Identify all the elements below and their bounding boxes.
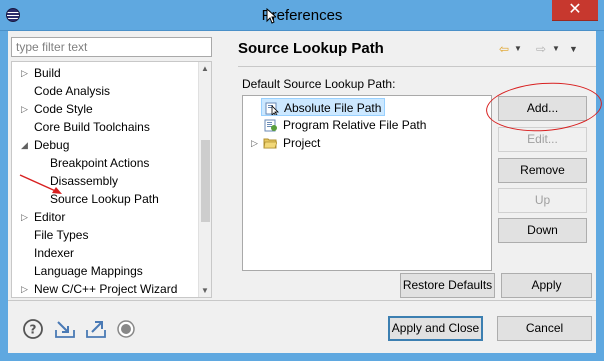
page-navigation: ⇦ ▼ ⇨ ▼ ▼ [499,41,589,57]
source-item-absolute-file-path[interactable]: Absolute File Path [261,98,385,116]
scroll-up-icon[interactable]: ▲ [201,64,209,73]
tree-item-code-style[interactable]: ▷ Code Style [21,100,93,118]
forward-menu-chevron-icon[interactable]: ▼ [552,41,560,57]
title-divider [238,66,596,67]
preferences-window: ▷ Build Code Analysis ▷ Code Style Core … [0,31,604,361]
cancel-button[interactable]: Cancel [497,316,592,341]
expand-arrow-icon[interactable]: ▷ [251,134,258,152]
window-title: Preferences [261,7,343,24]
source-item-label: Project [283,136,321,150]
export-icon[interactable] [85,318,107,340]
collapse-arrow-icon[interactable]: ◢ [21,136,29,154]
help-icon[interactable]: ? [22,318,44,340]
tree-item-label: Indexer [34,246,75,260]
expand-arrow-icon[interactable]: ▷ [21,280,29,297]
back-menu-chevron-icon[interactable]: ▼ [514,41,522,57]
apply-and-close-button[interactable]: Apply and Close [388,316,483,341]
tree-item-debug[interactable]: ◢ Debug [21,136,70,154]
close-window-button[interactable]: ✕ [552,0,598,21]
tree-item-label: Breakpoint Actions [50,156,150,170]
tree-item-language-mappings[interactable]: Language Mappings [34,262,143,280]
title-bar: Preferences ✕ [0,0,604,31]
footer-divider [8,300,596,301]
tree-item-label: Code Style [34,102,93,116]
tree-item-label: New C/C++ Project Wizard [34,282,178,296]
import-icon[interactable] [54,318,76,340]
source-lookup-group-label: Default Source Lookup Path: [242,77,396,91]
tree-item-build[interactable]: ▷ Build [21,64,61,82]
expand-arrow-icon[interactable]: ▷ [21,100,29,118]
relative-path-icon [264,119,277,132]
forward-arrow-icon[interactable]: ⇨ [536,41,546,57]
remove-button[interactable]: Remove [498,158,587,183]
tree-scrollbar[interactable]: ▲ ▼ [198,62,211,297]
tree-item-core-build-toolchains[interactable]: Core Build Toolchains [34,118,150,136]
mouse-cursor-icon [266,8,276,24]
svg-text:?: ? [30,323,37,337]
back-arrow-icon[interactable]: ⇦ [499,41,509,57]
tree-item-label: File Types [34,228,89,242]
tree-item-code-analysis[interactable]: Code Analysis [34,82,110,100]
folder-icon [263,138,277,149]
source-item-label: Absolute File Path [284,101,382,115]
tree-item-indexer[interactable]: Indexer [34,244,74,262]
down-button[interactable]: Down [498,218,587,243]
restore-defaults-button[interactable]: Restore Defaults [400,273,495,298]
tree-item-label: Debug [34,138,70,152]
page-title: Source Lookup Path [238,40,384,57]
tree-item-label: Editor [34,210,66,224]
tree-item-new-project-wizard[interactable]: ▷ New C/C++ Project Wizard [21,280,178,297]
source-lookup-tree: Absolute File Path Program Relative File… [242,95,492,271]
oomph-icon[interactable] [115,318,137,340]
up-button[interactable]: Up [498,188,587,213]
tree-item-breakpoint-actions[interactable]: Breakpoint Actions [50,154,149,172]
view-menu-icon[interactable]: ▼ [569,41,578,57]
apply-button[interactable]: Apply [501,273,592,298]
red-annotation-arrow [19,174,62,194]
scroll-down-icon[interactable]: ▼ [201,286,209,295]
scrollbar-thumb[interactable] [201,140,210,222]
filter-input[interactable] [11,37,212,57]
expand-arrow-icon[interactable]: ▷ [21,64,29,82]
tree-item-label: Build [34,66,61,80]
tree-item-label: Code Analysis [34,84,111,98]
tree-item-file-types[interactable]: File Types [34,226,88,244]
expand-arrow-icon[interactable]: ▷ [21,208,29,226]
absolute-path-icon [265,102,279,115]
tree-item-label: Core Build Toolchains [34,120,150,134]
source-item-label: Program Relative File Path [283,118,427,132]
tree-item-editor[interactable]: ▷ Editor [21,208,66,226]
tree-item-label: Language Mappings [34,264,143,278]
